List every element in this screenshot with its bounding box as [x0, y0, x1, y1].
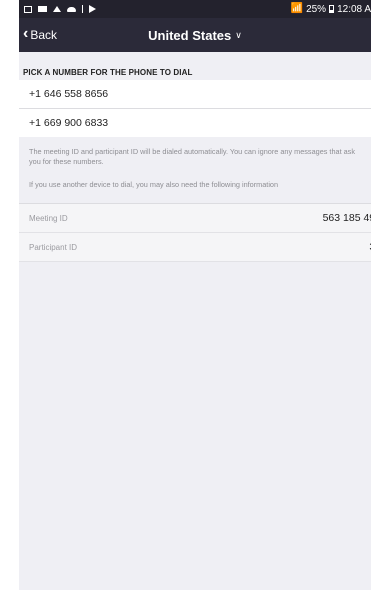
dial-notes: The meeting ID and participant ID will b… — [19, 137, 371, 190]
page-title: United States — [148, 27, 232, 43]
meeting-id-row: Meeting ID 563 185 498 — [19, 204, 371, 233]
wifi-icon: 📶 — [290, 3, 304, 14]
battery-percent: 25% — [306, 3, 327, 15]
nav-bar: ‹ Back United States ∨ — [19, 18, 371, 52]
meeting-info: Meeting ID 563 185 498 Participant ID 33 — [19, 203, 371, 262]
status-bar: 📶 25% 12:08 A — [19, 0, 371, 18]
phone-number-row[interactable]: +1 646 558 8656 — [19, 80, 371, 109]
battery-icon — [329, 5, 335, 13]
app-frame: 📶 25% 12:08 A ‹ Back United States ∨ PIC… — [19, 0, 371, 590]
chevron-down-icon: ∨ — [235, 29, 242, 40]
gallery-icon — [24, 5, 32, 13]
auto-dial-note: The meeting ID and participant ID will b… — [29, 147, 355, 166]
upload-icon — [53, 6, 61, 12]
section-header: PICK A NUMBER FOR THE PHONE TO DIAL — [23, 68, 193, 77]
phone-number-list: +1 646 558 8656 +1 669 900 6833 — [19, 80, 371, 137]
meeting-id-label: Meeting ID — [29, 213, 68, 223]
country-selector[interactable]: United States ∨ — [19, 18, 371, 52]
video-icon — [38, 6, 47, 12]
participant-id-label: Participant ID — [29, 242, 78, 252]
meeting-id-value: 563 185 498 — [322, 212, 371, 224]
cloud-icon — [67, 6, 76, 12]
phone-number-row[interactable]: +1 669 900 6833 — [19, 109, 371, 137]
status-right: 📶 25% 12:08 A — [291, 4, 371, 15]
flag-icon — [89, 5, 96, 13]
other-device-note: If you use another device to dial, you m… — [29, 180, 279, 189]
download-icon — [82, 5, 83, 13]
notification-icons — [24, 5, 96, 13]
participant-id-row: Participant ID 33 — [19, 233, 371, 262]
clock: 12:08 A — [337, 3, 371, 15]
